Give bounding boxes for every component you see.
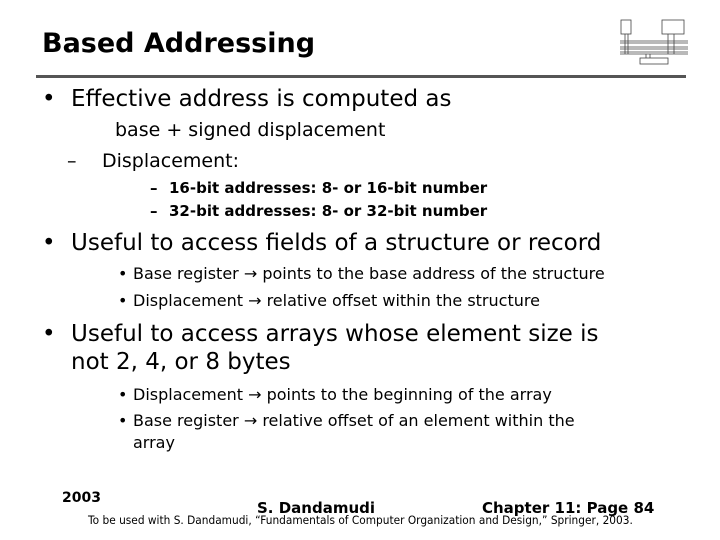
list-item: Base register → relative offset of an el… bbox=[133, 411, 575, 430]
bullet-marker: • bbox=[118, 291, 128, 310]
dash-marker: – bbox=[150, 179, 158, 197]
bullet-marker: • bbox=[42, 321, 56, 347]
bullet-arrays-line1: Useful to access arrays whose element si… bbox=[71, 321, 599, 347]
footer-year: 2003 bbox=[62, 490, 101, 506]
list-item: Base register → points to the base addre… bbox=[133, 264, 605, 283]
list-item: Displacement → relative offset within th… bbox=[133, 291, 540, 310]
computer-bus-diagram-icon bbox=[620, 19, 688, 65]
bullet-arrays-line2: not 2, 4, or 8 bytes bbox=[71, 349, 291, 375]
bullet-effective-address: Effective address is computed as bbox=[71, 86, 452, 112]
bullet-marker: • bbox=[42, 230, 56, 256]
bullet-marker: • bbox=[42, 86, 56, 112]
footer-credit: To be used with S. Dandamudi, “Fundament… bbox=[88, 513, 633, 527]
dash-marker: – bbox=[67, 150, 77, 172]
slide-title: Based Addressing bbox=[42, 28, 316, 59]
formula-text: base + signed displacement bbox=[115, 119, 386, 141]
list-item: 32-bit addresses: 8- or 32-bit number bbox=[169, 202, 488, 220]
bullet-marker: • bbox=[118, 385, 128, 404]
dash-marker: – bbox=[150, 202, 158, 220]
list-item: 16-bit addresses: 8- or 16-bit number bbox=[169, 179, 488, 197]
list-item: Displacement → points to the beginning o… bbox=[133, 385, 552, 404]
list-item-continuation: array bbox=[133, 433, 175, 452]
bullet-marker: • bbox=[118, 411, 128, 430]
sub-displacement: Displacement: bbox=[102, 150, 240, 172]
title-rule bbox=[36, 75, 686, 78]
bullet-structure-fields: Useful to access fields of a structure o… bbox=[71, 230, 602, 256]
slide: Based Addressing • Effective address is … bbox=[0, 0, 720, 540]
bullet-marker: • bbox=[118, 264, 128, 283]
